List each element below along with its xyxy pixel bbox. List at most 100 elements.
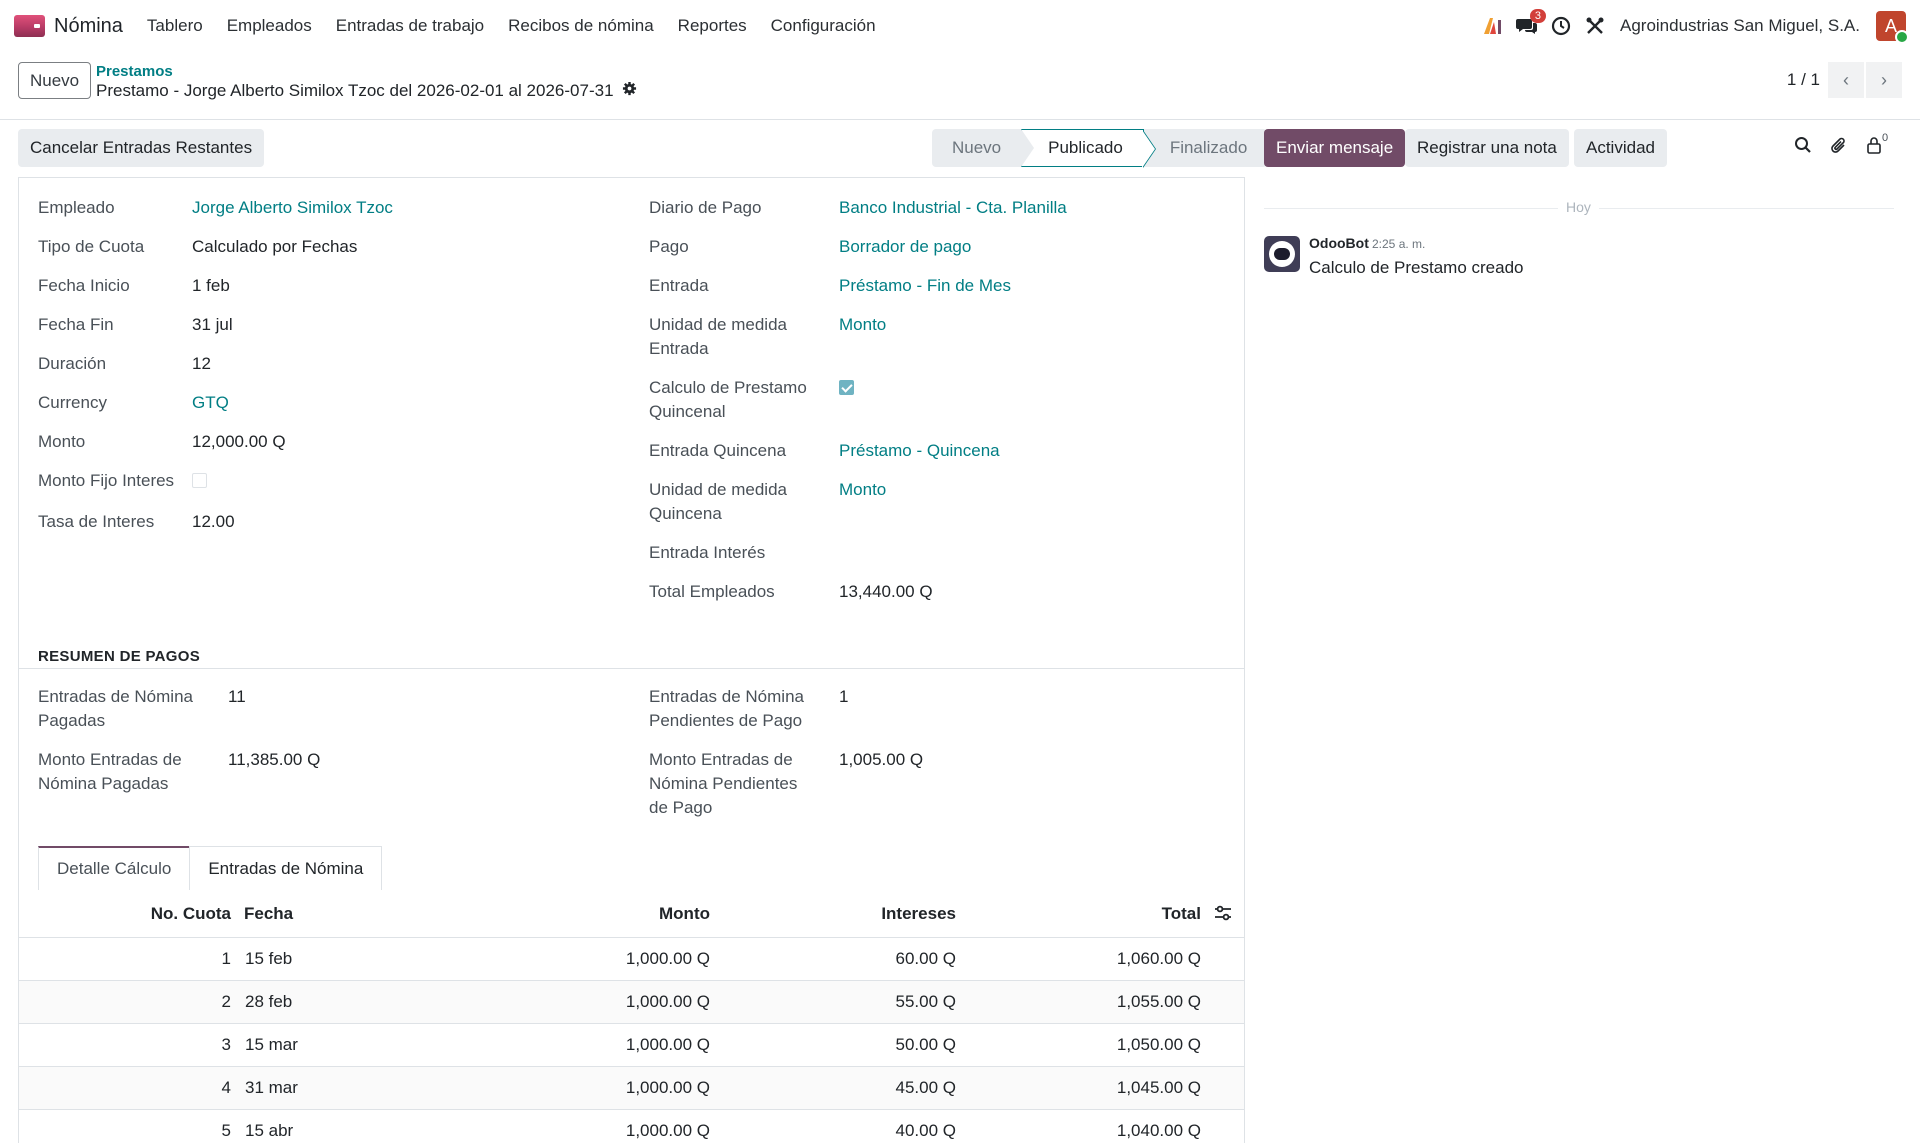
company-switcher[interactable]: Agroindustrias San Miguel, S.A. [1620,16,1860,36]
paperclip-icon[interactable] [1830,136,1848,161]
search-icon[interactable] [1794,136,1812,159]
menu-configuracion[interactable]: Configuración [771,16,876,36]
followers-button[interactable]: 0 [1866,132,1888,159]
field-tasa-interes: Tasa de Interes 12.00 [38,510,235,534]
pager-next-button[interactable]: › [1866,62,1902,98]
value-currency[interactable]: GTQ [192,391,229,415]
table-row[interactable]: 4 31 mar 1,000.00 Q 45.00 Q 1,045.00 Q [19,1067,1244,1110]
chatter-date-label: Hoy [1558,199,1599,215]
lock-icon [1866,136,1882,159]
value-total-empleados[interactable]: 13,440.00 Q [839,580,933,604]
user-avatar[interactable]: A [1876,11,1909,44]
value-monto[interactable]: 12,000.00 Q [192,430,286,454]
breadcrumb-parent[interactable]: Prestamos [96,63,173,80]
value-entradas-pagadas: 11 [228,687,246,706]
tab-detalle-calculo[interactable]: Detalle Cálculo [38,846,191,890]
field-fecha-inicio: Fecha Inicio 1 feb [38,274,230,298]
cell-no-cuota: 4 [221,1078,231,1097]
label-tipo-cuota: Tipo de Cuota [38,237,145,256]
menu-entradas-trabajo[interactable]: Entradas de trabajo [336,16,484,36]
value-empleado[interactable]: Jorge Alberto Similox Tzoc [192,196,393,220]
label-monto: Monto [38,432,86,451]
new-button[interactable]: Nuevo [18,62,92,99]
value-duracion[interactable]: 12 [192,352,211,376]
menu-recibos-nomina[interactable]: Recibos de nómina [508,16,654,36]
cell-total: 1,050.00 Q [1116,1035,1201,1054]
checkbox-monto-fijo-interes[interactable] [192,473,207,488]
value-diario-pago[interactable]: Banco Industrial - Cta. Planilla [839,196,1067,220]
tools-icon[interactable] [1578,9,1612,43]
activity-button[interactable]: Actividad [1574,129,1667,167]
log-note-button[interactable]: Registrar una nota [1405,129,1569,167]
value-pago[interactable]: Borrador de pago [839,235,971,259]
checkbox-calculo-quincenal[interactable] [839,380,854,395]
value-entrada-quincena[interactable]: Préstamo - Quincena [839,439,1000,463]
table-row[interactable]: 5 15 abr 1,000.00 Q 40.00 Q 1,040.00 Q [19,1110,1244,1143]
field-entradas-pagadas: Entradas de Nómina Pagadas 11 [38,685,246,733]
value-unidad-medida-quincena[interactable]: Monto [839,478,886,526]
label-calculo-quincenal: Calculo de Prestamo Quincenal [649,378,807,421]
tab-entradas-nomina[interactable]: Entradas de Nómina [189,846,383,890]
value-tipo-cuota[interactable]: Calculado por Fechas [192,235,357,259]
send-message-button[interactable]: Enviar mensaje [1264,129,1406,167]
pager-previous-button[interactable]: ‹ [1828,62,1864,98]
bot-face-icon [1269,241,1295,267]
col-no-cuota[interactable]: No. Cuota [79,904,231,924]
table-row[interactable]: 3 15 mar 1,000.00 Q 50.00 Q 1,050.00 Q [19,1024,1244,1067]
ai-icon[interactable] [1476,9,1510,43]
menu-empleados[interactable]: Empleados [227,16,312,36]
col-total[interactable]: Total [1019,904,1201,924]
payroll-app-icon[interactable] [14,15,45,37]
menu-tablero[interactable]: Tablero [147,16,203,36]
field-unidad-medida-entrada: Unidad de medida Entrada Monto [649,313,886,361]
field-tipo-cuota: Tipo de Cuota Calculado por Fechas [38,235,357,259]
cell-total: 1,040.00 Q [1116,1121,1201,1140]
field-fecha-fin: Fecha Fin 31 jul [38,313,233,337]
stage-finalizado[interactable]: Finalizado [1143,129,1268,167]
messages-icon[interactable]: 3 [1510,9,1546,43]
cell-monto: 1,000.00 Q [625,1078,710,1097]
menu-reportes[interactable]: Reportes [678,16,747,36]
stage-nuevo-label: Nuevo [952,138,1002,157]
notebook-tabs: Detalle Cálculo Entradas de Nómina [38,846,383,890]
cell-intereses: 40.00 Q [895,1121,957,1140]
cell-fecha: 15 feb [245,949,293,968]
col-intereses[interactable]: Intereses [759,904,956,924]
stage-publicado[interactable]: Publicado [1021,129,1156,168]
stage-arrow [1141,130,1155,168]
pager-value[interactable]: 1 / 1 [1787,70,1820,90]
cell-fecha: 15 abr [245,1121,294,1140]
cell-intereses: 60.00 Q [895,949,957,968]
col-fecha[interactable]: Fecha [244,904,293,924]
label-tasa-interes: Tasa de Interes [38,512,155,531]
app-name[interactable]: Nómina [54,15,123,38]
stage-nuevo[interactable]: Nuevo [932,129,1035,167]
label-diario-pago: Diario de Pago [649,198,762,217]
chevron-left-icon: ‹ [1843,69,1849,90]
form-sheet: Empleado Jorge Alberto Similox Tzoc Tipo… [18,177,1245,1143]
record-title-text: Prestamo - Jorge Alberto Similox Tzoc de… [96,81,614,100]
gear-icon[interactable] [622,81,637,101]
value-entrada[interactable]: Préstamo - Fin de Mes [839,274,1011,298]
cancel-remaining-entries-button[interactable]: Cancelar Entradas Restantes [18,129,265,167]
label-total-empleados: Total Empleados [649,582,775,601]
message-author[interactable]: OdooBot [1309,235,1369,251]
value-fecha-inicio[interactable]: 1 feb [192,274,230,298]
column-settings-icon[interactable] [1214,905,1232,926]
cell-no-cuota: 5 [221,1121,231,1140]
status-bar: Nuevo Publicado Finalizado [932,129,1268,168]
followers-count: 0 [1882,132,1889,144]
value-tasa-interes[interactable]: 12.00 [192,510,235,534]
value-unidad-medida-entrada[interactable]: Monto [839,313,886,361]
clock-icon[interactable] [1544,9,1578,43]
stage-arrow [1021,129,1035,167]
field-total-empleados: Total Empleados 13,440.00 Q [649,580,933,604]
table-row[interactable]: 2 28 feb 1,000.00 Q 55.00 Q 1,055.00 Q [19,981,1244,1024]
cell-fecha: 28 feb [245,992,293,1011]
cell-fecha: 15 mar [245,1035,298,1054]
field-diario-pago: Diario de Pago Banco Industrial - Cta. P… [649,196,1067,220]
odoobot-avatar [1264,236,1300,272]
col-monto[interactable]: Monto [519,904,710,924]
value-fecha-fin[interactable]: 31 jul [192,313,233,337]
table-row[interactable]: 1 15 feb 1,000.00 Q 60.00 Q 1,060.00 Q [19,938,1244,981]
